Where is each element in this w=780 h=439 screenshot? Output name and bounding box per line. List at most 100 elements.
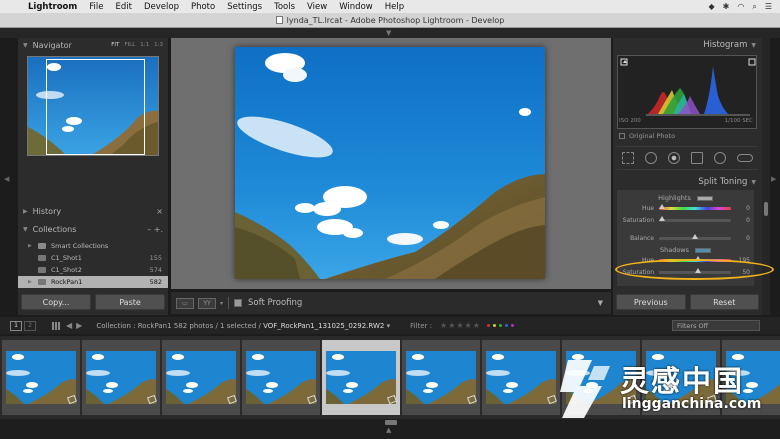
menu-tools[interactable]: Tools bbox=[268, 2, 301, 12]
before-after-menu-icon[interactable]: ▾ bbox=[220, 300, 223, 307]
split-toning-header[interactable]: Split Toning ▼ bbox=[613, 175, 762, 189]
menu-develop[interactable]: Develop bbox=[138, 2, 185, 12]
filmstrip-source[interactable]: Collection : RockPan1 582 photos / 1 sel… bbox=[96, 322, 390, 330]
list-icon[interactable]: ☰ bbox=[765, 2, 772, 12]
grid-view-icon[interactable] bbox=[52, 321, 60, 330]
toolbar-menu-button[interactable]: ▼ bbox=[598, 299, 611, 307]
paste-button[interactable]: Paste bbox=[95, 294, 165, 310]
navigator-header[interactable]: ▼ Navigator FIT FILL 1:1 1:3 bbox=[18, 38, 168, 52]
zoom-1-1[interactable]: 1:1 bbox=[140, 42, 149, 48]
wifi-icon[interactable]: ◠ bbox=[737, 2, 744, 12]
menu-view[interactable]: View bbox=[301, 2, 333, 12]
bottom-panel-toggle[interactable]: ▲ bbox=[0, 419, 780, 439]
histogram-header[interactable]: Histogram ▼ bbox=[613, 38, 762, 52]
loupe-view-button[interactable]: ▭ bbox=[176, 297, 194, 309]
slider-knob[interactable] bbox=[659, 203, 665, 209]
reset-button[interactable]: Reset bbox=[689, 294, 759, 310]
navigator-preview[interactable] bbox=[27, 56, 159, 156]
slider-track[interactable] bbox=[659, 203, 731, 210]
collapse-arrow-icon[interactable]: ▼ bbox=[386, 29, 391, 37]
menu-photo[interactable]: Photo bbox=[185, 2, 221, 12]
menu-edit[interactable]: Edit bbox=[110, 2, 138, 12]
scrollbar-thumb[interactable] bbox=[764, 202, 768, 216]
purple-label-icon[interactable] bbox=[510, 324, 514, 327]
bluetooth-icon[interactable]: ✱ bbox=[723, 2, 730, 12]
balance-slider[interactable]: Balance 0 bbox=[617, 232, 754, 244]
dropbox-icon[interactable]: ◆ bbox=[709, 2, 715, 12]
list-item[interactable]: C1_Shot2 574 bbox=[18, 264, 168, 276]
shadows-saturation-slider[interactable]: Saturation 50 bbox=[617, 266, 754, 278]
menu-settings[interactable]: Settings bbox=[221, 2, 268, 12]
star-filter[interactable]: ★★★★★ bbox=[440, 321, 481, 330]
list-item-selected[interactable]: ▶ RockPan1 582 bbox=[18, 276, 168, 288]
slider-value[interactable]: 195 bbox=[739, 257, 754, 264]
filmstrip-thumbnail[interactable] bbox=[162, 340, 240, 415]
navigator-zoom-frame[interactable] bbox=[46, 59, 145, 155]
list-item[interactable]: ▶ Smart Collections bbox=[18, 240, 168, 252]
second-window-button[interactable]: 2 bbox=[24, 320, 36, 331]
clear-history-button[interactable]: × bbox=[156, 207, 163, 216]
slider-track[interactable] bbox=[659, 255, 731, 262]
radial-filter-icon[interactable] bbox=[713, 152, 726, 164]
right-panel-scrollbar[interactable] bbox=[762, 38, 770, 315]
menu-app-name[interactable]: Lightroom bbox=[22, 2, 83, 12]
slider-track[interactable] bbox=[659, 233, 731, 240]
filmstrip-thumbnail[interactable] bbox=[562, 340, 640, 415]
original-photo-toggle[interactable]: Original Photo bbox=[619, 132, 675, 140]
blue-label-icon[interactable] bbox=[504, 324, 508, 327]
slider-track[interactable] bbox=[659, 267, 731, 274]
previous-button[interactable]: Previous bbox=[616, 294, 686, 310]
expand-triangle-icon[interactable]: ▶ bbox=[28, 279, 36, 285]
zoom-fit[interactable]: FIT bbox=[111, 42, 119, 48]
collections-header[interactable]: ▼ Collections – +. bbox=[18, 222, 168, 236]
red-eye-icon[interactable] bbox=[668, 152, 681, 164]
before-after-button[interactable]: YY bbox=[198, 297, 216, 309]
filmstrip-thumbnail[interactable] bbox=[2, 340, 80, 415]
shadows-hue-slider[interactable]: Hue 195 bbox=[617, 254, 754, 266]
main-photo[interactable] bbox=[235, 47, 545, 279]
spot-removal-icon[interactable] bbox=[645, 152, 658, 164]
zoom-fill[interactable]: FILL bbox=[124, 42, 135, 48]
highlights-hue-slider[interactable]: Hue 0 bbox=[617, 202, 754, 214]
slider-value[interactable]: 0 bbox=[746, 205, 754, 212]
right-panel-arrow-icon[interactable]: ▶ bbox=[771, 175, 776, 183]
menu-window[interactable]: Window bbox=[333, 2, 379, 12]
original-photo-checkbox[interactable] bbox=[619, 133, 625, 139]
red-label-icon[interactable] bbox=[486, 324, 490, 327]
adjustment-brush-icon[interactable] bbox=[736, 154, 753, 162]
expand-triangle-icon[interactable]: ▼ bbox=[23, 226, 28, 233]
slider-value[interactable]: 50 bbox=[742, 269, 754, 276]
filmstrip-thumbnail[interactable] bbox=[242, 340, 320, 415]
filter-preset-dropdown[interactable]: Filters Off bbox=[672, 320, 760, 331]
collection-actions-button[interactable]: – +. bbox=[147, 225, 163, 234]
expand-triangle-icon[interactable]: ▼ bbox=[751, 42, 756, 49]
graduated-filter-icon[interactable] bbox=[690, 152, 703, 164]
filmstrip-thumbnail[interactable] bbox=[642, 340, 720, 415]
slider-track[interactable] bbox=[659, 215, 731, 222]
slider-knob[interactable] bbox=[692, 233, 698, 239]
filmstrip-thumbnail[interactable] bbox=[82, 340, 160, 415]
slider-value[interactable]: 0 bbox=[746, 235, 754, 242]
filmstrip-thumbnail[interactable] bbox=[722, 340, 780, 415]
filmstrip-thumbnail[interactable] bbox=[402, 340, 480, 415]
filmstrip-thumbnail-selected[interactable] bbox=[322, 340, 400, 415]
copy-button[interactable]: Copy... bbox=[21, 294, 91, 310]
slider-value[interactable]: 0 bbox=[746, 217, 754, 224]
main-window-button[interactable]: 1 bbox=[10, 320, 22, 331]
list-item[interactable]: C1_Shot1 155 bbox=[18, 252, 168, 264]
expand-triangle-icon[interactable]: ▶ bbox=[23, 208, 28, 215]
collapse-arrow-icon[interactable]: ▲ bbox=[386, 426, 391, 434]
search-icon[interactable]: ⌕ bbox=[752, 2, 756, 12]
expand-triangle-icon[interactable]: ▼ bbox=[751, 179, 756, 186]
slider-knob[interactable] bbox=[659, 215, 665, 221]
color-label-filter[interactable] bbox=[486, 324, 514, 327]
source-menu-icon[interactable]: ▾ bbox=[387, 322, 391, 330]
menu-file[interactable]: File bbox=[83, 2, 109, 12]
expand-triangle-icon[interactable]: ▼ bbox=[23, 42, 28, 49]
left-panel-arrow-icon[interactable]: ◀ bbox=[4, 175, 9, 183]
top-panel-toggle[interactable]: ▼ bbox=[0, 28, 780, 38]
green-label-icon[interactable] bbox=[498, 324, 502, 327]
yellow-label-icon[interactable] bbox=[492, 324, 496, 327]
history-header[interactable]: ▶ History × bbox=[18, 204, 168, 218]
expand-triangle-icon[interactable]: ▶ bbox=[28, 243, 36, 249]
